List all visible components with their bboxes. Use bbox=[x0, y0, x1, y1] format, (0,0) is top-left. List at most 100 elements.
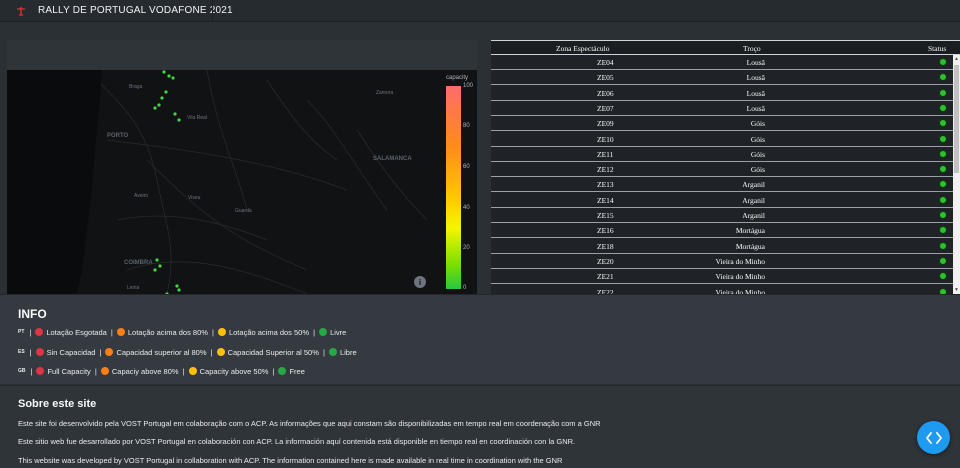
lang-code: PT bbox=[18, 329, 25, 335]
legend-label: Free bbox=[289, 366, 305, 376]
legend-dot bbox=[116, 328, 125, 336]
code-icon[interactable] bbox=[917, 421, 950, 454]
capacity-map[interactable]: Braga Zamora Vila Real PORTO SALAMANCA A… bbox=[7, 70, 477, 294]
legend-line-pt: PT | Lotação Esgotada | Lotação acima dos 8… bbox=[18, 327, 347, 337]
troco-cell: Arganil bbox=[742, 195, 765, 205]
about-title: Sobre este site bbox=[18, 398, 97, 410]
about-paragraph-es: Este sitio web fue desarrollado por VOST… bbox=[18, 437, 576, 446]
legend-dot bbox=[319, 328, 328, 336]
scroll-thumb[interactable] bbox=[954, 65, 959, 173]
status-dot bbox=[939, 195, 947, 204]
map-label-viseu: Viseu bbox=[188, 195, 201, 201]
zone-cell: ZE12 bbox=[597, 165, 614, 175]
legend-line-gb: GB | Full Capacity | Capaciy above 80% | Cap… bbox=[18, 366, 305, 376]
status-dot bbox=[939, 73, 947, 82]
legend-dot bbox=[278, 367, 287, 375]
table-row[interactable]: ZE07 Lousã bbox=[491, 101, 953, 116]
map-label-salamanca: SALAMANCA bbox=[373, 156, 412, 162]
troco-cell: Góis bbox=[750, 149, 765, 159]
colorbar-tick: 100 bbox=[463, 83, 474, 89]
troco-cell: Góis bbox=[750, 165, 765, 175]
status-dot bbox=[939, 88, 947, 97]
table-row[interactable]: ZE05 Lousã bbox=[491, 70, 953, 86]
legend-label: Full Capacity bbox=[47, 366, 91, 376]
map-roads bbox=[7, 70, 428, 294]
legend-dot bbox=[35, 348, 44, 356]
colorbar-tick: 60 bbox=[463, 164, 470, 170]
table-row[interactable]: ZE22 Vieira do Minho bbox=[491, 285, 953, 294]
zones-table: Zona Espectáculo Troço Status ZE04 Lousã Z… bbox=[491, 40, 960, 294]
colorbar-tick: 0 bbox=[463, 285, 467, 291]
lang-code: ES bbox=[18, 349, 25, 355]
legend-label: Capacidad Superior al 50% bbox=[227, 347, 319, 357]
colorbar-title: capacity bbox=[446, 75, 469, 81]
map-label-braga: Braga bbox=[129, 84, 143, 90]
legend-label: Capaciy above 80% bbox=[111, 366, 179, 376]
zone-cell: ZE16 bbox=[597, 226, 614, 236]
legend-label: Sin Capacidad bbox=[46, 347, 96, 357]
table-row[interactable]: ZE15 Arganil bbox=[491, 208, 953, 223]
table-row[interactable]: ZE13 Arganil bbox=[491, 177, 953, 193]
info-icon[interactable]: i bbox=[414, 276, 426, 288]
troco-cell: Lousã bbox=[746, 73, 765, 83]
map-label-aveiro: Aveiro bbox=[134, 193, 149, 199]
status-dot bbox=[939, 180, 947, 189]
table-row[interactable]: ZE10 Góis bbox=[491, 132, 953, 147]
capacity-colorbar bbox=[446, 86, 461, 289]
troco-cell: Lousã bbox=[746, 58, 765, 67]
status-dot bbox=[939, 241, 947, 250]
table-row[interactable]: ZE12 Góis bbox=[491, 162, 953, 178]
troco-cell: Góis bbox=[750, 134, 765, 144]
legend-label: Libre bbox=[339, 347, 357, 357]
legend-dot bbox=[328, 348, 337, 356]
ocean bbox=[7, 70, 102, 294]
map-label-leiria: Leiria bbox=[127, 285, 140, 291]
troco-cell: Mortágua bbox=[735, 226, 765, 236]
status-dot bbox=[939, 226, 947, 235]
table-row[interactable]: ZE04 Lousã bbox=[491, 55, 953, 70]
status-dot bbox=[939, 103, 947, 112]
zone-cell: ZE21 bbox=[597, 272, 614, 282]
zone-cell: ZE07 bbox=[597, 103, 614, 113]
table-row[interactable]: ZE11 Góis bbox=[491, 147, 953, 162]
table-row[interactable]: ZE06 Lousã bbox=[491, 86, 953, 101]
header-troco: Troço bbox=[743, 44, 761, 53]
zone-cell: ZE09 bbox=[597, 119, 614, 129]
legend-dot bbox=[188, 367, 197, 375]
navbar-divider bbox=[212, 0, 213, 22]
troco-cell: Lousã bbox=[746, 88, 765, 98]
zone-cell: ZE18 bbox=[597, 241, 614, 251]
zone-cell: ZE04 bbox=[597, 58, 614, 67]
troco-cell: Lousã bbox=[746, 103, 765, 113]
status-dot bbox=[939, 134, 947, 143]
zone-cell: ZE11 bbox=[597, 149, 614, 159]
zone-cell: ZE14 bbox=[597, 195, 614, 205]
legend-dot bbox=[35, 328, 44, 336]
zone-cell: ZE05 bbox=[597, 73, 614, 83]
table-row[interactable]: ZE20 Vieira do Minho bbox=[491, 254, 953, 269]
table-row[interactable]: ZE09 Góis bbox=[491, 116, 953, 132]
troco-cell: Góis bbox=[750, 119, 765, 129]
troco-cell: Arganil bbox=[742, 211, 765, 220]
table-row[interactable]: ZE16 Mortágua bbox=[491, 223, 953, 239]
table-scrollbar[interactable]: ▲ ▼ bbox=[953, 55, 960, 294]
legend-label: Livre bbox=[330, 327, 347, 337]
colorbar-tick: 40 bbox=[463, 205, 470, 211]
status-dot bbox=[939, 149, 947, 158]
map-panel: Braga Zamora Vila Real PORTO SALAMANCA A… bbox=[7, 40, 477, 294]
info-title: INFO bbox=[18, 307, 47, 321]
colorbar-tick: 80 bbox=[463, 123, 470, 129]
scroll-down-icon[interactable]: ▼ bbox=[954, 287, 959, 293]
table-row[interactable]: ZE14 Arganil bbox=[491, 193, 953, 208]
legend-label: Lotação acima dos 50% bbox=[228, 327, 310, 337]
legend-line-es: ES | Sin Capacidad | Capacidad superior al … bbox=[18, 347, 357, 357]
table-row[interactable]: ZE21 Vieira do Minho bbox=[491, 269, 953, 285]
page-title[interactable]: RALLY DE PORTUGAL VODAFONE 2021 bbox=[38, 5, 233, 16]
legend-dot bbox=[105, 348, 114, 356]
info-panel: INFO PT | Lotação Esgotada | Lotação acima … bbox=[0, 294, 960, 384]
table-row[interactable]: ZE18 Mortágua bbox=[491, 239, 953, 254]
rally-logo-icon[interactable] bbox=[14, 4, 28, 18]
scroll-up-icon[interactable]: ▲ bbox=[954, 56, 959, 62]
legend-dot bbox=[217, 328, 226, 336]
status-dot bbox=[939, 119, 947, 128]
